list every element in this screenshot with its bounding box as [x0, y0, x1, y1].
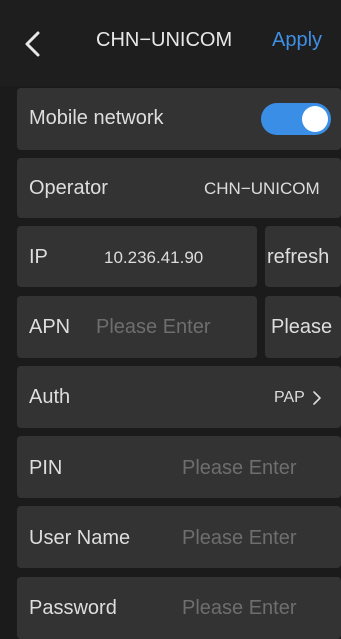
apn-side-placeholder: Please: [271, 316, 333, 338]
apply-button[interactable]: Apply: [272, 29, 322, 52]
user-name-input[interactable]: Please Enter: [182, 527, 297, 550]
page-title: CHN−UNICOM: [96, 29, 233, 51]
chevron-right-icon: [313, 391, 321, 405]
operator-label: Operator: [29, 177, 108, 199]
mobile-network-toggle[interactable]: [261, 103, 331, 135]
apn-input[interactable]: Please Enter: [96, 316, 211, 339]
pin-label: PIN: [29, 457, 63, 479]
auth-label: Auth: [29, 386, 71, 408]
apn-label: APN: [29, 316, 71, 338]
mobile-network-label: Mobile network: [29, 107, 164, 129]
ip-value: 10.236.41.90: [104, 248, 204, 267]
refresh-label: refresh: [267, 246, 330, 268]
operator-value: CHN−UNICOM: [204, 179, 320, 198]
password-input[interactable]: Please Enter: [182, 597, 297, 620]
password-label: Password: [29, 597, 117, 619]
toggle-knob: [302, 106, 328, 132]
auth-value: PAP: [274, 389, 305, 406]
ip-label: IP: [29, 246, 48, 268]
user-name-label: User Name: [29, 527, 131, 549]
pin-input[interactable]: Please Enter: [182, 457, 297, 480]
back-arrow-icon[interactable]: [22, 30, 46, 58]
header-bar: CHN−UNICOM Apply: [0, 0, 341, 86]
